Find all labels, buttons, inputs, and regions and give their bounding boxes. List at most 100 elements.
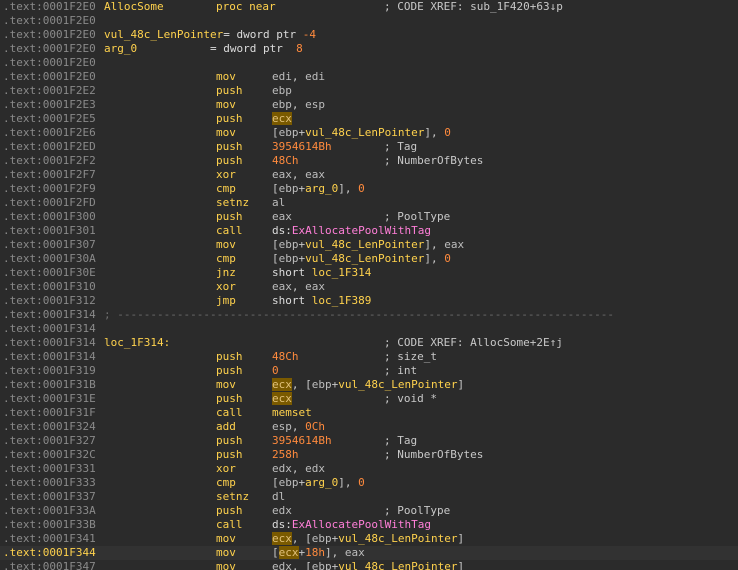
instruction-mnemonic: add (216, 420, 236, 433)
segment-prefix: .text: (3, 490, 43, 503)
instruction-operands[interactable]: esp, 0Ch (272, 420, 325, 434)
listing-line[interactable]: .text:0001F307 mov [ebp+vul_48c_LenPointer… (0, 238, 738, 252)
segment-prefix: .text: (3, 140, 43, 153)
listing-line[interactable]: .text:0001F2F7 xor eax, eax (0, 168, 738, 182)
segment-prefix: .text: (3, 28, 43, 41)
listing-line[interactable]: .text:0001F2FD setnz al (0, 196, 738, 210)
instruction-operands[interactable]: ebp, esp (272, 98, 325, 112)
listing-line[interactable]: .text:0001F32C push 258h ; NumberOfBytes (0, 448, 738, 462)
listing-line[interactable]: .text:0001F2E0 (0, 56, 738, 70)
address: .text:0001F300 (3, 210, 96, 224)
address-offset: 0001F314 (42, 350, 96, 363)
listing-line[interactable]: .text:0001F331 xor edx, edx (0, 462, 738, 476)
listing-line[interactable]: .text:0001F310 xor eax, eax (0, 280, 738, 294)
listing-line[interactable]: .text:0001F33B call ds:ExAllocatePoolWithT… (0, 518, 738, 532)
instruction-operands[interactable]: ecx (272, 112, 292, 126)
instruction-operands[interactable]: ebp (272, 84, 292, 98)
stack-variable[interactable]: arg_0 = dword ptr 8 (104, 42, 303, 56)
instruction-operands[interactable]: [ebp+vul_48c_LenPointer], 0 (272, 126, 451, 140)
listing-line[interactable]: .text:0001F301 call ds:ExAllocatePoolWithT… (0, 224, 738, 238)
comment: ; CODE XREF: sub_1F420+63↓p (384, 0, 563, 13)
segment-prefix: .text: (3, 168, 43, 181)
instruction-operands[interactable]: edx (272, 504, 292, 518)
listing-line[interactable]: .text:0001F31E push ecx ; void * (0, 392, 738, 406)
listing-line[interactable]: .text:0001F2E0 vul_48c_LenPointer= dword … (0, 28, 738, 42)
instruction-operands[interactable]: [ebp+arg_0], 0 (272, 182, 365, 196)
instruction-operands[interactable]: [ebp+arg_0], 0 (272, 476, 365, 490)
segment-prefix: .text: (3, 280, 43, 293)
listing-line[interactable]: .text:0001F30A cmp [ebp+vul_48c_LenPointer… (0, 252, 738, 266)
instruction-operands[interactable]: short loc_1F389 (272, 294, 371, 308)
code-label[interactable]: AllocSome (104, 0, 164, 14)
instruction-operands[interactable]: 48Ch (272, 154, 299, 168)
instruction-operands[interactable]: ds:ExAllocatePoolWithTag (272, 224, 431, 238)
address: .text:0001F2E0 (3, 70, 96, 84)
instruction-operands[interactable]: [ebp+vul_48c_LenPointer], eax (272, 238, 464, 252)
instruction-operands[interactable]: ecx, [ebp+vul_48c_LenPointer] (272, 378, 464, 392)
listing-line[interactable]: .text:0001F2E0 arg_0 = dword ptr 8 (0, 42, 738, 56)
address: .text:0001F33A (3, 504, 96, 518)
listing-line[interactable]: .text:0001F2E6 mov [ebp+vul_48c_LenPointer… (0, 126, 738, 140)
instruction-operands[interactable]: eax, eax (272, 168, 325, 182)
instruction-operands[interactable]: [ebp+vul_48c_LenPointer], 0 (272, 252, 451, 266)
disassembly-listing[interactable]: .text:0001F2E0 AllocSome proc near; CODE X… (0, 0, 738, 570)
instruction-operands[interactable]: ecx, [ebp+vul_48c_LenPointer] (272, 532, 464, 546)
listing-line[interactable]: .text:0001F2E0 AllocSome proc near ; CODE X… (0, 0, 738, 14)
instruction-operands[interactable]: al (272, 196, 285, 210)
listing-line[interactable]: .text:0001F33A push edx ; PoolType (0, 504, 738, 518)
listing-line[interactable]: .text:0001F324 add esp, 0Ch (0, 420, 738, 434)
listing-line[interactable]: .text:0001F2F9 cmp [ebp+arg_0], 0 (0, 182, 738, 196)
listing-line[interactable]: .text:0001F314 ; ------------------------… (0, 308, 738, 322)
address: .text:0001F314 (3, 308, 96, 322)
listing-line[interactable]: .text:0001F347 mov edx, [ebp+vul_48c_LenPo… (0, 560, 738, 570)
instruction-operands[interactable]: dl (272, 490, 285, 504)
code-label[interactable]: loc_1F314: (104, 336, 170, 350)
address-offset: 0001F31E (42, 392, 96, 405)
listing-line[interactable]: .text:0001F312 jmp short loc_1F389 (0, 294, 738, 308)
listing-line[interactable]: .text:0001F300 push eax ; PoolType (0, 210, 738, 224)
listing-line[interactable]: .text:0001F2ED push 3954614Bh ; Tag (0, 140, 738, 154)
address-offset: 0001F31B (42, 378, 96, 391)
listing-line[interactable]: .text:0001F341 mov ecx, [ebp+vul_48c_LenPo… (0, 532, 738, 546)
listing-line[interactable]: .text:0001F30E jnz short loc_1F314 (0, 266, 738, 280)
instruction-operands[interactable]: 3954614Bh (272, 140, 332, 154)
listing-line[interactable]: .text:0001F2E0 mov edi, edi (0, 70, 738, 84)
instruction-operands[interactable]: eax (272, 210, 292, 224)
listing-line[interactable]: .text:0001F2E0 (0, 14, 738, 28)
listing-line[interactable]: .text:0001F2E5 push ecx (0, 112, 738, 126)
instruction-operands[interactable]: edi, edi (272, 70, 325, 84)
listing-line[interactable]: .text:0001F327 push 3954614Bh ; Tag (0, 434, 738, 448)
variable-name: vul_48c_LenPointer (104, 28, 224, 41)
comment: ; CODE XREF: AllocSome+2E↑j (384, 336, 563, 349)
instruction-operands[interactable]: [ecx+18h], eax (272, 546, 365, 560)
address: .text:0001F32C (3, 448, 96, 462)
listing-line[interactable]: .text:0001F2E3 mov ebp, esp (0, 98, 738, 112)
instruction-operands[interactable]: edx, [ebp+vul_48c_LenPointer] (272, 560, 464, 570)
segment-prefix: .text: (3, 154, 43, 167)
listing-line[interactable]: .text:0001F337 setnz dl (0, 490, 738, 504)
segment-prefix: .text: (3, 462, 43, 475)
listing-line[interactable]: .text:0001F319 push 0 ; int (0, 364, 738, 378)
listing-line[interactable]: .text:0001F2E2 push ebp (0, 84, 738, 98)
address: .text:0001F314 (3, 322, 96, 336)
instruction-mnemonic: mov (216, 560, 236, 570)
instruction-operands[interactable]: memset (272, 406, 312, 420)
stack-variable[interactable]: vul_48c_LenPointer= dword ptr -4 (104, 28, 316, 42)
instruction-operands[interactable]: ecx (272, 392, 292, 406)
listing-line[interactable]: .text:0001F344 mov [ecx+18h], eax (0, 546, 738, 560)
listing-line[interactable]: .text:0001F314 (0, 322, 738, 336)
listing-line[interactable]: .text:0001F31B mov ecx, [ebp+vul_48c_LenPo… (0, 378, 738, 392)
listing-line[interactable]: .text:0001F314 loc_1F314: ; CODE XREF: All… (0, 336, 738, 350)
listing-line[interactable]: .text:0001F333 cmp [ebp+arg_0], 0 (0, 476, 738, 490)
instruction-operands[interactable]: short loc_1F314 (272, 266, 371, 280)
listing-line[interactable]: .text:0001F2F2 push 48Ch ; NumberOfBytes (0, 154, 738, 168)
listing-line[interactable]: .text:0001F31F call memset (0, 406, 738, 420)
listing-line[interactable]: .text:0001F314 push 48Ch ; size_t (0, 350, 738, 364)
instruction-operands[interactable]: 0 (272, 364, 279, 378)
instruction-operands[interactable]: ds:ExAllocatePoolWithTag (272, 518, 431, 532)
instruction-operands[interactable]: 48Ch (272, 350, 299, 364)
instruction-operands[interactable]: 3954614Bh (272, 434, 332, 448)
instruction-operands[interactable]: eax, eax (272, 280, 325, 294)
instruction-operands[interactable]: 258h (272, 448, 299, 462)
instruction-operands[interactable]: edx, edx (272, 462, 325, 476)
